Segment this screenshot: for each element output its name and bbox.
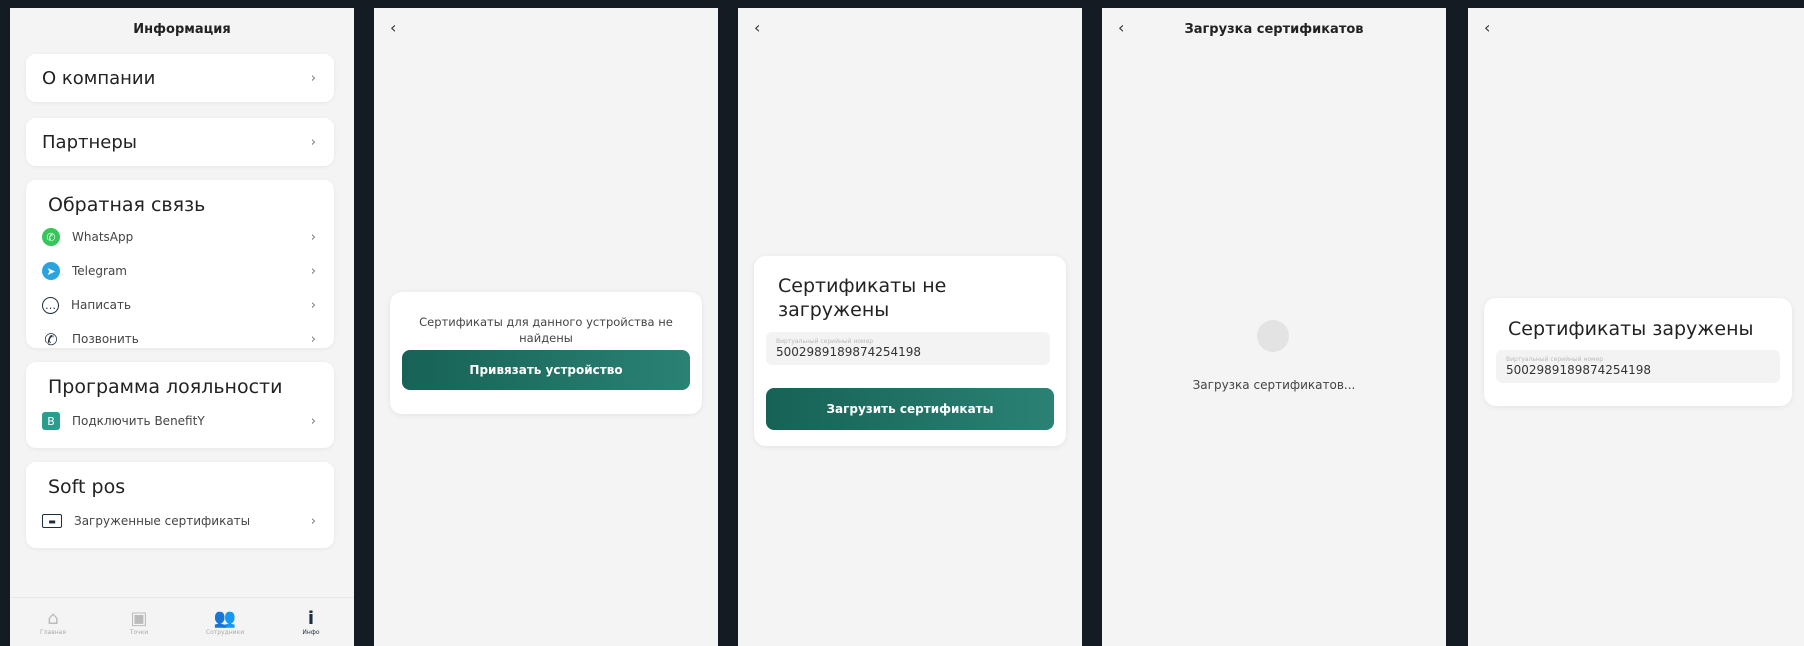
serial-field: Виртуальный серийный номер 5002989189874… <box>1496 350 1780 383</box>
certificates-loaded-screen: ‹ Сертификаты заружены Виртуальный серий… <box>1468 8 1804 646</box>
page-title: Информация <box>133 22 231 37</box>
no-certificates-screen: ‹ Сертификаты для данного устройства не … <box>374 8 718 646</box>
telegram-row[interactable]: ➤ Telegram › <box>26 254 334 288</box>
tab-home-label: Главная <box>40 628 66 636</box>
about-card[interactable]: О компании › <box>26 54 334 102</box>
connect-benefity-row[interactable]: B Подключить BenefitY › <box>26 402 334 440</box>
loading-status: Загрузка сертификатов... <box>1192 378 1356 392</box>
serial-label: Виртуальный серийный номер <box>1506 356 1604 363</box>
briefcase-icon: ▣ <box>130 607 148 629</box>
info-icon: i <box>307 607 315 629</box>
info-header: Информация <box>10 8 354 58</box>
people-icon: 👥 <box>213 607 237 629</box>
telegram-label: Telegram <box>72 264 127 278</box>
chat-bubble-icon: … <box>42 296 59 314</box>
telegram-icon: ➤ <box>42 262 60 280</box>
bind-device-button[interactable]: Привязать устройство <box>402 350 690 390</box>
chevron-right-icon: › <box>310 70 316 86</box>
no-certificates-card: Сертификаты для данного устройства не на… <box>390 292 702 414</box>
loyalty-card: Программа лояльности B Подключить Benefi… <box>26 362 334 448</box>
load-certificates-button[interactable]: Загрузить сертификаты <box>766 388 1054 430</box>
chevron-right-icon: › <box>310 297 316 313</box>
whatsapp-label: WhatsApp <box>72 230 134 244</box>
info-screen: Информация О компании › Партнеры › Обрат… <box>10 8 354 646</box>
loading-spinner <box>1257 320 1289 352</box>
tab-points[interactable]: ▣ Точки <box>104 607 174 636</box>
about-company-row[interactable]: О компании › <box>26 54 334 102</box>
chevron-right-icon: › <box>310 413 316 429</box>
partners-row[interactable]: Партнеры › <box>26 118 334 166</box>
write-row[interactable]: … Написать › <box>26 288 334 322</box>
home-icon: ⌂ <box>47 607 59 629</box>
back-icon[interactable]: ‹ <box>390 18 396 38</box>
call-label: Позвонить <box>72 332 139 346</box>
chevron-right-icon: › <box>310 331 316 347</box>
loaded-certificates-row[interactable]: ▬ Загруженные сертификаты › <box>26 502 334 540</box>
connect-benefity-label: Подключить BenefitY <box>72 414 205 428</box>
feedback-title: Обратная связь <box>48 194 206 216</box>
whatsapp-icon: ✆ <box>42 228 60 246</box>
card-icon: ▬ <box>42 514 62 528</box>
chevron-right-icon: › <box>310 513 316 529</box>
certificates-loaded-card: Сертификаты заружены Виртуальный серийны… <box>1484 298 1792 406</box>
certificates-not-loaded-screen: ‹ Сертификаты не загружены Виртуальный с… <box>738 8 1082 646</box>
tab-points-label: Точки <box>129 628 149 636</box>
tab-employees-label: Сотрудники <box>205 628 245 636</box>
softpos-card: Soft pos ▬ Загруженные сертификаты › <box>26 462 334 548</box>
partners-label: Партнеры <box>42 131 137 153</box>
loaded-certificates-label: Загруженные сертификаты <box>74 514 251 528</box>
benefity-icon: B <box>42 412 60 430</box>
whatsapp-row[interactable]: ✆ WhatsApp › <box>26 220 334 254</box>
about-company-label: О компании <box>42 67 156 89</box>
loyalty-title: Программа лояльности <box>48 376 283 398</box>
serial-field: Виртуальный серийный номер 5002989189874… <box>766 332 1050 365</box>
tab-employees[interactable]: 👥 Сотрудники <box>190 607 260 636</box>
chevron-right-icon: › <box>310 263 316 279</box>
partners-card[interactable]: Партнеры › <box>26 118 334 166</box>
certificates-card: Сертификаты не загружены Виртуальный сер… <box>754 256 1066 446</box>
softpos-title: Soft pos <box>48 476 126 498</box>
call-row[interactable]: ✆ Позвонить › <box>26 322 334 356</box>
back-icon[interactable]: ‹ <box>754 18 760 38</box>
page-title: Загрузка сертификатов <box>1184 22 1364 37</box>
serial-value: 5002989189874254198 <box>1506 363 1652 377</box>
header: ‹ <box>738 8 1082 58</box>
header: ‹ <box>1468 8 1804 58</box>
header: ‹ Загрузка сертификатов <box>1102 8 1446 58</box>
chevron-right-icon: › <box>310 229 316 245</box>
card-title: Сертификаты заружены <box>1508 318 1754 340</box>
loading-certificates-screen: ‹ Загрузка сертификатов Загрузка сертифи… <box>1102 8 1446 646</box>
card-title: Сертификаты не загружены <box>778 275 947 321</box>
feedback-card: Обратная связь ✆ WhatsApp › ➤ Telegram ›… <box>26 180 334 349</box>
tab-home[interactable]: ⌂ Главная <box>18 607 88 636</box>
chevron-right-icon: › <box>310 134 316 150</box>
no-certificates-message: Сертификаты для данного устройства не на… <box>419 315 673 345</box>
serial-value: 5002989189874254198 <box>776 345 922 359</box>
tab-info[interactable]: i Инфо <box>276 607 346 636</box>
header: ‹ <box>374 8 718 58</box>
phone-icon: ✆ <box>44 329 58 349</box>
serial-label: Виртуальный серийный номер <box>776 338 874 345</box>
tab-info-label: Инфо <box>302 628 320 636</box>
bottom-tab-bar: ⌂ Главная ▣ Точки 👥 Сотрудники i Инфо <box>10 597 354 646</box>
back-icon[interactable]: ‹ <box>1484 18 1490 38</box>
write-label: Написать <box>71 298 132 312</box>
